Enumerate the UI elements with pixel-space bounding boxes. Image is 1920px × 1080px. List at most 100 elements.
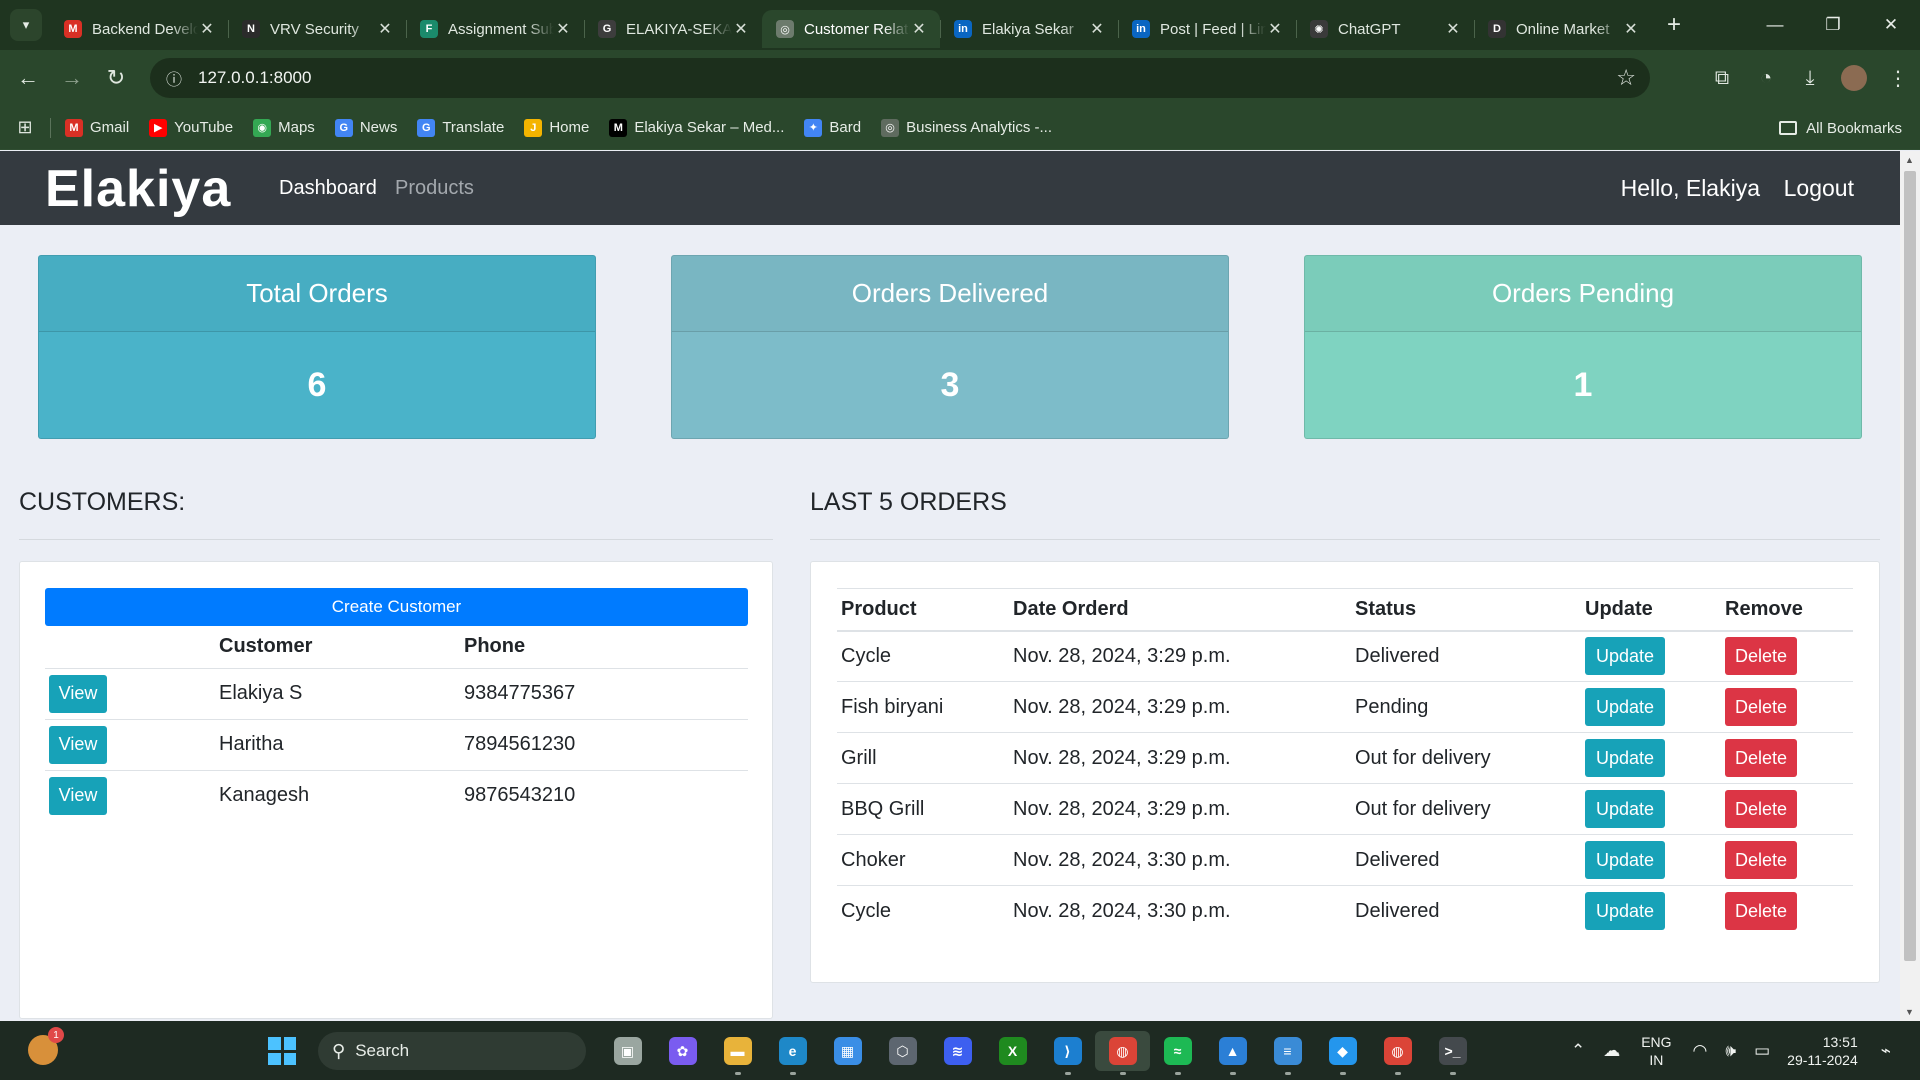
taskbar-app[interactable]: ◍ <box>1370 1031 1425 1075</box>
minimize-button[interactable]: — <box>1746 0 1804 50</box>
scrollbar-thumb[interactable] <box>1904 171 1916 961</box>
bookmark-item[interactable]: ◉ Maps <box>253 118 315 137</box>
download-icon[interactable]: ⤓ <box>1788 56 1832 100</box>
update-order-button[interactable]: Update <box>1585 739 1665 777</box>
close-tab-icon[interactable]: ✕ <box>1088 19 1106 39</box>
volume-icon[interactable]: 🕪 <box>1725 1041 1736 1061</box>
profile-avatar[interactable] <box>1841 65 1867 91</box>
view-customer-button[interactable]: View <box>49 776 107 815</box>
view-customer-button[interactable]: View <box>49 725 107 764</box>
nav-products-link[interactable]: Products <box>395 177 474 200</box>
bookmark-item[interactable]: M Gmail <box>65 118 129 137</box>
new-tab-button[interactable]: + <box>1658 11 1690 39</box>
taskbar-app[interactable]: ▦ <box>820 1031 875 1071</box>
battery-icon[interactable]: ▭ <box>1754 1041 1770 1061</box>
taskbar-app[interactable]: X <box>985 1031 1040 1071</box>
onedrive-icon[interactable]: ☁ <box>1603 1041 1620 1061</box>
page-scrollbar[interactable]: ▲ ▼ <box>1900 151 1920 1021</box>
clock[interactable]: 13:51 29-11-2024 <box>1787 1033 1858 1069</box>
bookmark-favicon-icon: ◎ <box>881 118 900 137</box>
taskbar-app[interactable]: ✿ <box>655 1031 710 1071</box>
start-button[interactable] <box>268 1037 296 1065</box>
taskbar-app[interactable]: ◆ <box>1315 1031 1370 1075</box>
taskbar-app[interactable]: ◍ <box>1095 1031 1150 1075</box>
view-customer-button[interactable]: View <box>49 674 107 713</box>
weather-widget-icon[interactable]: 1 <box>28 1027 64 1065</box>
bookmark-item[interactable]: ▶ YouTube <box>149 118 233 137</box>
delete-order-button[interactable]: Delete <box>1725 790 1797 828</box>
browser-tab[interactable]: ✺ ChatGPT ✕ <box>1296 10 1474 48</box>
bookmark-item[interactable]: J Home <box>524 118 589 137</box>
notifications-icon[interactable]: ⌁ <box>1881 1041 1891 1061</box>
delete-order-button[interactable]: Delete <box>1725 637 1797 676</box>
delete-order-button[interactable]: Delete <box>1725 892 1797 931</box>
taskbar-search[interactable]: ⚲ Search <box>318 1032 586 1070</box>
update-order-button[interactable]: Update <box>1585 892 1665 931</box>
forward-button[interactable]: → <box>50 56 94 100</box>
restore-button[interactable]: ❐ <box>1804 0 1862 50</box>
url-text[interactable]: 127.0.0.1:8000 <box>198 68 311 88</box>
reload-button[interactable]: ↻ <box>94 56 138 100</box>
taskbar-app[interactable]: ≡ <box>1260 1031 1315 1075</box>
taskbar-app[interactable]: ▬ <box>710 1031 765 1075</box>
browser-tab[interactable]: M Backend Developer✕ <box>50 10 228 48</box>
close-tab-icon[interactable]: ✕ <box>376 19 394 39</box>
taskbar-app[interactable]: ⬡ <box>875 1031 930 1071</box>
chevron-up-icon[interactable]: ⌃ <box>1571 1041 1585 1061</box>
bookmark-item[interactable]: G Translate <box>417 118 504 137</box>
nav-dashboard-link[interactable]: Dashboard <box>279 177 377 200</box>
update-order-button[interactable]: Update <box>1585 637 1665 676</box>
delete-order-button[interactable]: Delete <box>1725 688 1797 726</box>
taskbar-app[interactable]: e <box>765 1031 820 1075</box>
site-info-icon[interactable]: ⓘ <box>154 66 194 90</box>
delete-order-button[interactable]: Delete <box>1725 841 1797 879</box>
search-icon: ⚲ <box>332 1040 346 1061</box>
all-bookmarks-button[interactable]: All Bookmarks <box>1779 106 1902 150</box>
delete-order-button[interactable]: Delete <box>1725 739 1797 777</box>
browser-tab[interactable]: G ELAKIYA-SEKAR ✕ <box>584 10 762 48</box>
performance-icon[interactable]: ◔ <box>1744 56 1788 100</box>
update-order-button[interactable]: Update <box>1585 688 1665 726</box>
taskbar-app[interactable]: ≈ <box>1150 1031 1205 1075</box>
close-window-button[interactable]: ✕ <box>1862 0 1920 50</box>
customer-name: Kanagesh <box>215 769 460 821</box>
close-tab-icon[interactable]: ✕ <box>1266 19 1284 39</box>
update-order-button[interactable]: Update <box>1585 790 1665 828</box>
browser-tab[interactable]: in Elakiya Sekar ✕ <box>940 10 1118 48</box>
browser-tab[interactable]: ◎ Customer Relationship✕ <box>762 10 940 48</box>
browser-tab[interactable]: N VRV Security ✕ <box>228 10 406 48</box>
bookmark-item[interactable]: ✦ Bard <box>804 118 861 137</box>
scroll-down-arrow-icon[interactable]: ▼ <box>1905 1007 1914 1017</box>
wifi-icon[interactable]: ◠ <box>1693 1041 1708 1061</box>
browser-tab[interactable]: D Online Market ✕ <box>1474 10 1652 48</box>
bookmark-item[interactable]: ◎ Business Analytics -... <box>881 118 1052 137</box>
taskbar-app[interactable]: ▣ <box>600 1031 655 1071</box>
apps-grid-icon[interactable]: ⊞ <box>0 117 50 138</box>
close-tab-icon[interactable]: ✕ <box>198 19 216 39</box>
close-tab-icon[interactable]: ✕ <box>554 19 572 39</box>
close-tab-icon[interactable]: ✕ <box>1444 19 1462 39</box>
language-indicator[interactable]: ENG IN <box>1641 1033 1671 1069</box>
bookmark-item[interactable]: M Elakiya Sekar – Med... <box>609 118 784 137</box>
address-bar[interactable]: ⓘ 127.0.0.1:8000 ☆ <box>150 58 1650 98</box>
tab-search-button[interactable]: ▾ <box>10 9 42 41</box>
taskbar-app[interactable]: >_ <box>1425 1031 1480 1075</box>
create-customer-button[interactable]: Create Customer <box>45 588 748 626</box>
bookmark-star-icon[interactable]: ☆ <box>1616 65 1636 91</box>
browser-tab[interactable]: in Post | Feed | LinkedIn✕ <box>1118 10 1296 48</box>
close-tab-icon[interactable]: ✕ <box>732 19 750 39</box>
logout-link[interactable]: Logout <box>1784 175 1854 202</box>
taskbar-app[interactable]: ≋ <box>930 1031 985 1071</box>
extensions-icon[interactable]: ⧉ <box>1700 56 1744 100</box>
close-tab-icon[interactable]: ✕ <box>910 19 928 39</box>
browser-tab[interactable]: F Assignment Submission✕ <box>406 10 584 48</box>
taskbar-app[interactable]: ▲ <box>1205 1031 1260 1075</box>
site-brand[interactable]: Elakiya <box>45 159 231 219</box>
browser-menu-icon[interactable]: ⋮ <box>1876 56 1920 100</box>
scroll-up-arrow-icon[interactable]: ▲ <box>1905 155 1914 165</box>
close-tab-icon[interactable]: ✕ <box>1622 19 1640 39</box>
back-button[interactable]: ← <box>6 56 50 100</box>
taskbar-app[interactable]: ⟩ <box>1040 1031 1095 1075</box>
bookmark-item[interactable]: G News <box>334 118 397 137</box>
update-order-button[interactable]: Update <box>1585 841 1665 879</box>
